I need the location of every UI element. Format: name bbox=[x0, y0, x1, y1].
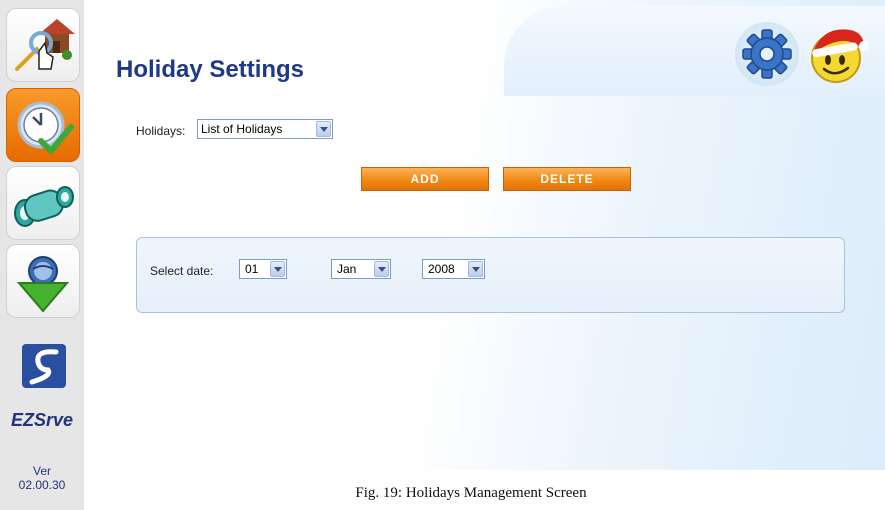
sidebar-item-home[interactable] bbox=[6, 8, 80, 82]
house-hand-icon bbox=[15, 19, 75, 71]
select-date-label: Select date: bbox=[150, 264, 214, 278]
s-logo-icon bbox=[22, 344, 66, 388]
add-button[interactable]: ADD bbox=[361, 167, 489, 191]
year-select[interactable]: 2008 bbox=[422, 259, 485, 279]
chevron-down-icon bbox=[316, 121, 331, 137]
day-select[interactable]: 01 bbox=[239, 259, 287, 279]
clock-check-icon bbox=[17, 101, 74, 154]
binoculars-icon bbox=[14, 186, 74, 227]
chevron-down-icon bbox=[374, 261, 389, 277]
brand-name: EZSrve bbox=[10, 410, 74, 430]
delete-button[interactable]: DELETE bbox=[503, 167, 631, 191]
settings-button[interactable] bbox=[735, 22, 799, 86]
chevron-down-icon bbox=[270, 261, 285, 277]
sidebar: EZSrve Ver 02.00.30 bbox=[0, 0, 84, 510]
sidebar-item-monitor[interactable] bbox=[6, 166, 80, 240]
holidays-select[interactable]: List of Holidays bbox=[197, 119, 333, 139]
page-title: Holiday Settings bbox=[116, 56, 305, 83]
gear-icon bbox=[742, 29, 792, 79]
year-select-value: 2008 bbox=[428, 262, 455, 276]
globe-download-icon bbox=[16, 256, 70, 313]
month-select[interactable]: Jan bbox=[331, 259, 391, 279]
sidebar-item-download[interactable] bbox=[6, 244, 80, 318]
holidays-select-value: List of Holidays bbox=[201, 122, 283, 136]
chevron-down-icon bbox=[468, 261, 483, 277]
sidebar-item-holidays[interactable] bbox=[6, 88, 80, 162]
santa-smiley-icon bbox=[811, 29, 869, 83]
user-button[interactable] bbox=[804, 22, 869, 86]
holidays-label: Holidays: bbox=[136, 124, 186, 138]
day-select-value: 01 bbox=[245, 262, 259, 276]
month-select-value: Jan bbox=[337, 262, 357, 276]
version-label: Ver bbox=[32, 464, 51, 478]
figure-caption: Fig. 19: Holidays Management Screen bbox=[355, 485, 587, 501]
